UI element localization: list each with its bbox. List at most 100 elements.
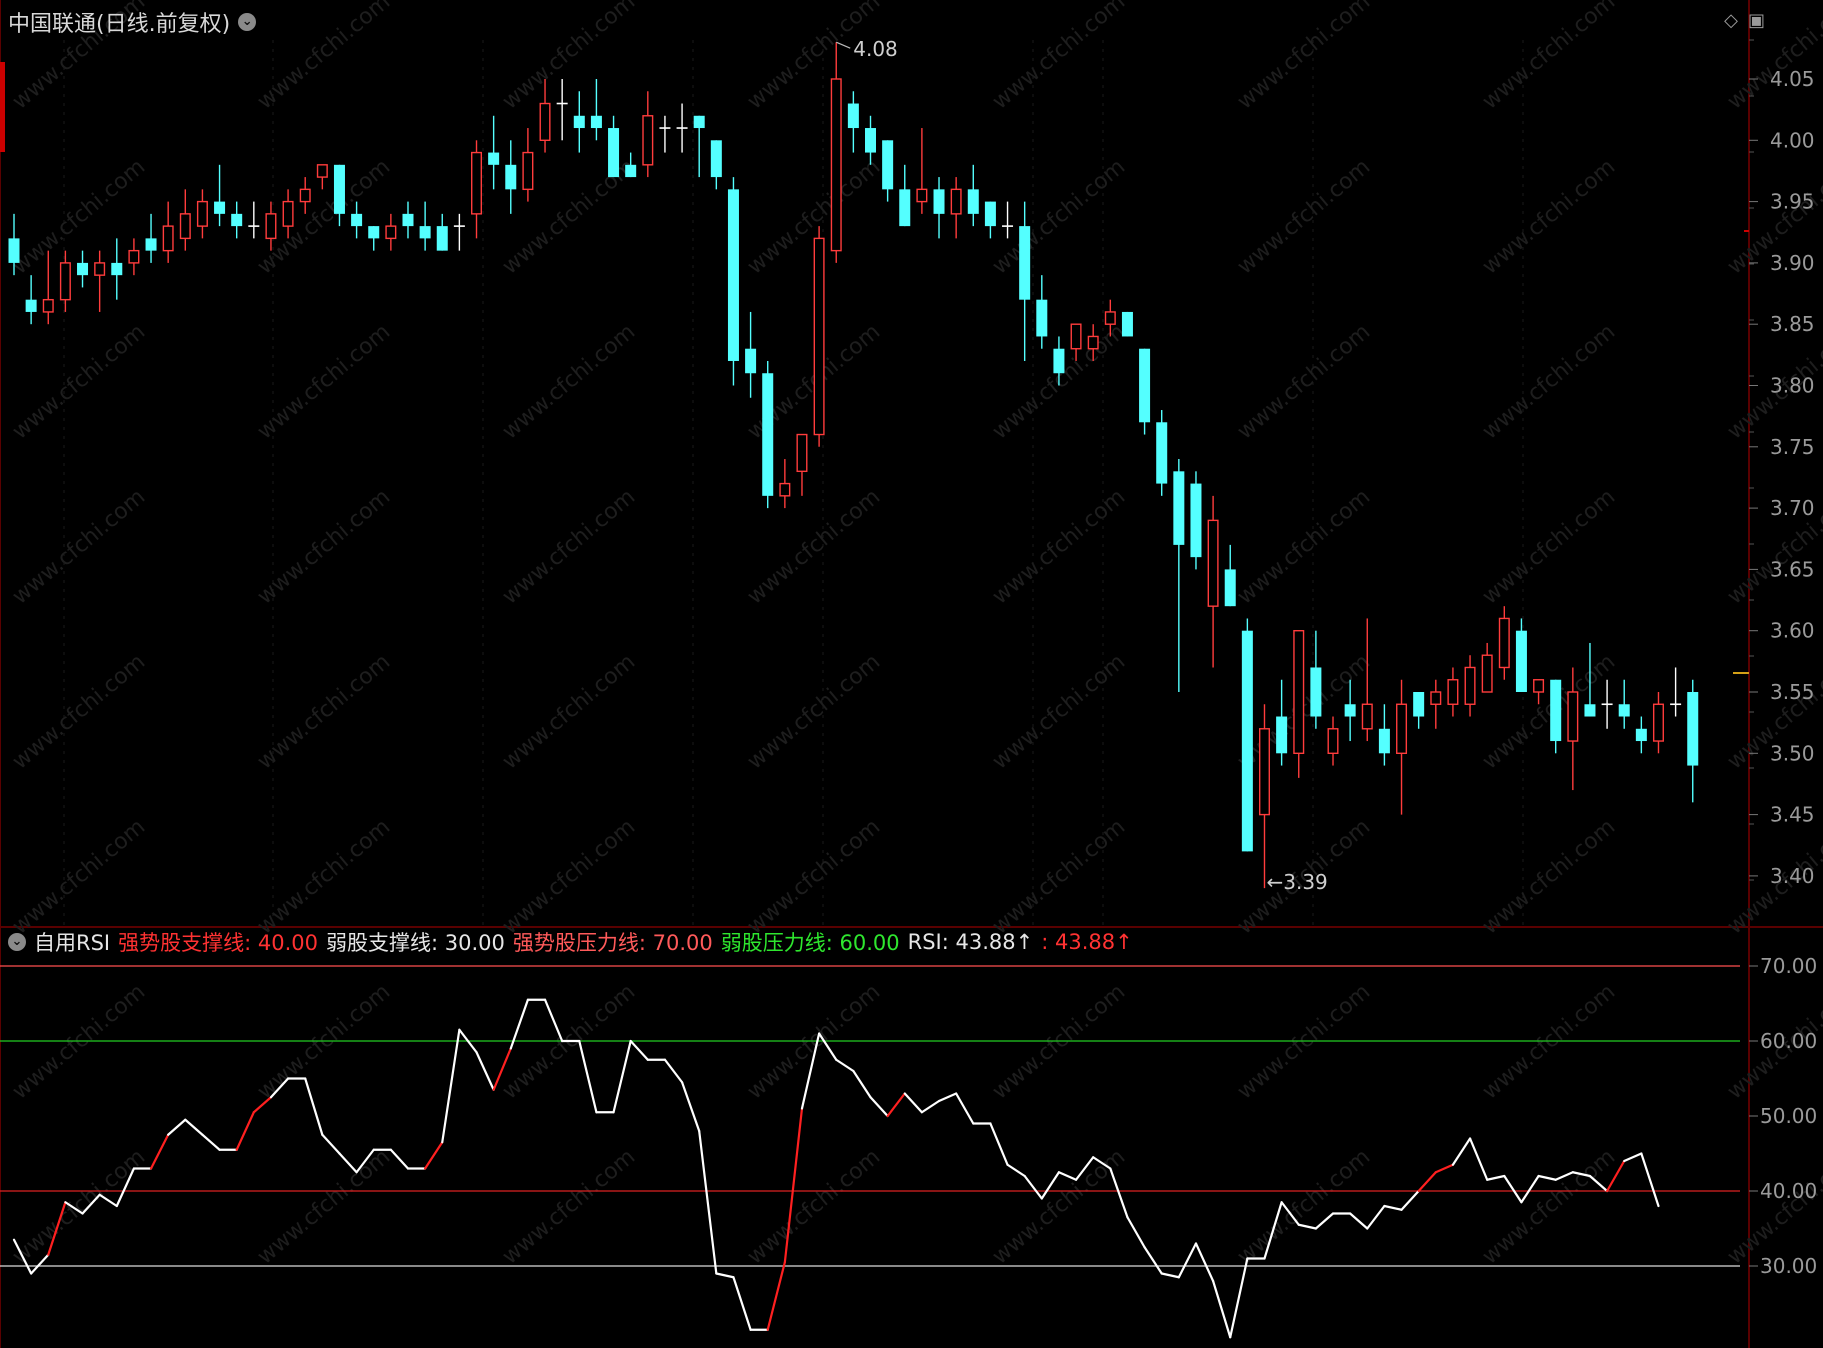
watermark-text: www.cfchi.com	[1478, 154, 1620, 279]
candlestick[interactable]	[453, 213, 465, 251]
candlestick[interactable]	[368, 226, 380, 251]
rsi-segment	[835, 1058, 855, 1073]
candlestick[interactable]	[505, 140, 517, 214]
candlestick[interactable]	[796, 433, 808, 496]
candlestick[interactable]	[1618, 679, 1630, 729]
candlestick[interactable]	[1002, 201, 1014, 239]
candlestick[interactable]	[1481, 642, 1493, 693]
candlestick[interactable]	[1447, 667, 1459, 717]
candlestick[interactable]	[1241, 618, 1253, 852]
watermark-text: www.cfchi.com	[1478, 1144, 1620, 1269]
rsi-segment	[903, 1092, 923, 1114]
price-axis-label: 3.65	[1770, 557, 1815, 581]
candlestick[interactable]	[745, 311, 757, 398]
candlestick[interactable]	[642, 91, 654, 178]
candlestick[interactable]	[1515, 618, 1527, 692]
candlestick[interactable]	[1310, 630, 1322, 729]
candlestick[interactable]	[299, 177, 311, 214]
price-axis-label: 3.50	[1770, 741, 1815, 765]
candlestick[interactable]	[1293, 630, 1305, 778]
rsi-segment	[612, 1039, 632, 1114]
candlestick[interactable]	[1121, 311, 1133, 337]
candlestick[interactable]	[1327, 716, 1339, 766]
candlestick[interactable]	[1396, 679, 1408, 815]
candlestick[interactable]	[1207, 495, 1219, 668]
candlestick[interactable]	[1173, 459, 1185, 692]
candlestick[interactable]	[1635, 716, 1647, 754]
rsi-segment	[167, 1118, 187, 1136]
candlestick[interactable]	[967, 164, 979, 227]
candlestick[interactable]	[933, 177, 945, 239]
candlestick[interactable]	[1687, 679, 1699, 803]
candlestick[interactable]	[1276, 679, 1288, 766]
candlestick[interactable]	[1036, 275, 1048, 349]
candlestick[interactable]	[385, 213, 397, 251]
candlestick[interactable]	[659, 115, 671, 153]
candlestick[interactable]	[882, 140, 894, 202]
candlestick[interactable]	[1670, 667, 1682, 717]
candlestick[interactable]	[94, 250, 106, 312]
indicator-name[interactable]: 自用RSI	[34, 927, 110, 957]
candlestick[interactable]	[1139, 348, 1151, 435]
candlestick[interactable]	[625, 152, 637, 178]
candlestick[interactable]	[676, 103, 688, 153]
candlestick[interactable]	[59, 250, 71, 312]
candlestick[interactable]	[1413, 692, 1425, 729]
candlestick[interactable]	[179, 189, 191, 251]
candlestick[interactable]	[608, 115, 620, 178]
candlestick[interactable]	[762, 360, 774, 509]
candlestick[interactable]	[488, 115, 500, 190]
candlestick[interactable]	[693, 115, 705, 178]
candlestick[interactable]	[830, 42, 842, 263]
candlestick[interactable]	[847, 91, 859, 153]
watermark-text: www.cfchi.com	[743, 649, 885, 774]
candlestick[interactable]	[573, 91, 585, 153]
candlestick[interactable]	[145, 213, 157, 263]
candlestick[interactable]	[25, 275, 37, 325]
candlestick[interactable]	[522, 128, 534, 202]
candlestick[interactable]	[556, 79, 568, 141]
candlestick[interactable]	[1464, 655, 1476, 717]
restore-icon[interactable]: ▣	[1748, 10, 1765, 31]
candlestick[interactable]	[248, 201, 260, 239]
candlestick[interactable]	[316, 164, 328, 190]
chevron-down-icon[interactable]: ⌄	[8, 933, 26, 951]
candlestick[interactable]	[916, 128, 928, 214]
candlestick[interactable]	[1156, 410, 1168, 496]
candlestick[interactable]	[196, 189, 208, 239]
candlestick[interactable]	[1430, 679, 1442, 729]
price-axis-label: 4.00	[1770, 128, 1815, 152]
candlestick[interactable]	[1498, 606, 1510, 680]
candlestick[interactable]	[950, 177, 962, 239]
candlestick[interactable]	[1190, 471, 1202, 570]
candlestick[interactable]	[1601, 679, 1613, 729]
candlestick[interactable]	[1652, 692, 1664, 754]
candlestick[interactable]	[231, 201, 243, 239]
candlestick[interactable]	[710, 140, 722, 190]
candlestick[interactable]	[402, 201, 414, 239]
candlestick[interactable]	[436, 213, 448, 251]
candlestick[interactable]	[419, 201, 431, 251]
candlestick[interactable]	[1361, 618, 1373, 742]
candlestick[interactable]	[471, 140, 483, 239]
candlestick[interactable]	[1378, 704, 1390, 766]
candlestick[interactable]	[1550, 679, 1562, 754]
candlestick[interactable]	[590, 79, 602, 141]
candlestick[interactable]	[111, 238, 123, 300]
diamond-icon[interactable]: ◇	[1724, 10, 1738, 31]
candlestick[interactable]	[899, 164, 911, 227]
candlestick[interactable]	[779, 459, 791, 509]
rsi-segment	[1006, 1163, 1026, 1178]
candlestick[interactable]	[214, 164, 226, 227]
candlestick[interactable]	[1258, 704, 1270, 889]
candlestick[interactable]	[727, 177, 739, 386]
candlestick[interactable]	[77, 250, 89, 288]
chevron-down-icon[interactable]: ⌄	[238, 13, 257, 31]
candlestick[interactable]	[984, 201, 996, 239]
candlestick[interactable]	[1224, 544, 1236, 607]
candlestick[interactable]	[162, 201, 174, 263]
candlestick[interactable]	[813, 226, 825, 447]
rsi-segment	[475, 1051, 495, 1091]
chart-canvas[interactable]: www.cfchi.com www.cfchi.com www.cfchi.com w…	[0, 0, 1823, 1348]
candlestick[interactable]	[128, 238, 140, 276]
